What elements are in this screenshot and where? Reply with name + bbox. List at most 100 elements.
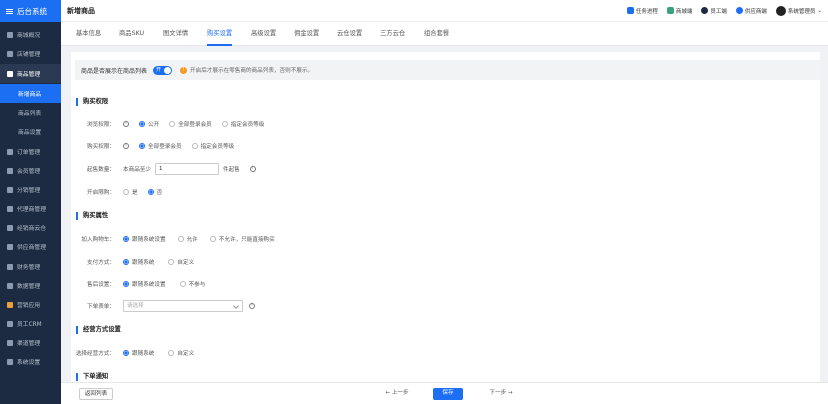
sidebar-item-marketing[interactable]: 营销应用 bbox=[0, 295, 61, 314]
sidebar-item-orders[interactable]: 订单管理 bbox=[0, 142, 61, 161]
sidebar-item-system[interactable]: 系统设置 bbox=[0, 352, 61, 371]
next-step-button[interactable]: 下一步 → bbox=[483, 388, 519, 400]
staff-link[interactable]: 员工端 bbox=[701, 7, 727, 15]
limit-option-no[interactable]: 否 bbox=[147, 188, 162, 196]
browse-option-levels[interactable]: 指定会员等级 bbox=[221, 120, 264, 128]
app-title: 后台系统 bbox=[17, 6, 47, 16]
radio[interactable] bbox=[168, 259, 175, 265]
radio[interactable] bbox=[147, 189, 154, 195]
after-sale-option-exclude[interactable]: 不参与 bbox=[179, 280, 205, 288]
radio[interactable] bbox=[123, 350, 129, 356]
top-bar: 新增商品 任务进程 商城端 员工端 供应商端 系统管理员 ⌄ bbox=[61, 0, 828, 22]
sidebar-item-members[interactable]: 会员管理 bbox=[0, 161, 61, 180]
radio[interactable] bbox=[139, 143, 145, 149]
after-sale-option-follow[interactable]: 跟随系统设置 bbox=[123, 280, 166, 288]
chevron-down-icon: ⌄ bbox=[817, 7, 822, 14]
prev-step-button[interactable]: ← 上一步 bbox=[380, 388, 414, 400]
menu-toggle-icon[interactable] bbox=[6, 8, 13, 14]
tab-advanced[interactable]: 高级设置 bbox=[251, 22, 276, 46]
radio[interactable] bbox=[123, 189, 129, 195]
sidebar-item-goods[interactable]: 商品管理 bbox=[0, 64, 61, 83]
radio[interactable] bbox=[169, 121, 176, 127]
tab-cloud[interactable]: 云仓设置 bbox=[337, 22, 362, 46]
radio[interactable] bbox=[139, 121, 145, 127]
tab-basic-info[interactable]: 基本信息 bbox=[76, 22, 101, 46]
radio[interactable] bbox=[123, 281, 129, 287]
delivery-option-custom[interactable]: 自定义 bbox=[168, 349, 194, 357]
pay-row: 支付方式： 跟随系统 自定义 bbox=[71, 256, 771, 268]
radio[interactable] bbox=[209, 236, 216, 242]
pay-option-follow[interactable]: 跟随系统 bbox=[123, 258, 154, 266]
min-qty-input[interactable]: 1 bbox=[154, 163, 219, 175]
radio[interactable] bbox=[123, 236, 129, 242]
marketing-icon bbox=[7, 301, 13, 308]
min-qty-prefix: 本商品至少 bbox=[123, 167, 151, 173]
distribution-icon bbox=[7, 186, 13, 193]
mall-link[interactable]: 商城端 bbox=[666, 7, 692, 15]
section-order-notice: 下单通知 bbox=[76, 373, 108, 381]
buy-permission-row: 购买权限： i 全部登录会员 指定会员等级 bbox=[71, 140, 771, 152]
min-qty-suffix: 件起售 bbox=[222, 167, 240, 173]
sidebar-item-suppliers[interactable]: 供应商管理 bbox=[0, 237, 61, 256]
sidebar-item-shop[interactable]: 店铺管理 bbox=[0, 44, 61, 63]
radio[interactable] bbox=[123, 259, 129, 265]
sidebar-item-data[interactable]: 数据管理 bbox=[0, 276, 61, 295]
top-tools: 任务进程 商城端 员工端 供应商端 系统管理员 ⌄ bbox=[626, 5, 822, 16]
sidebar-item-dealer-cloud[interactable]: 经销商云仓 bbox=[0, 218, 61, 237]
order-form-select[interactable]: 请选择 bbox=[123, 300, 243, 312]
channel-icon bbox=[7, 339, 13, 346]
back-to-list-button[interactable]: 返回列表 bbox=[79, 388, 113, 400]
save-button[interactable]: 保存 bbox=[433, 388, 463, 400]
browse-option-all-members[interactable]: 全部登录会员 bbox=[169, 120, 212, 128]
cloud-icon bbox=[7, 224, 13, 231]
order-icon bbox=[7, 148, 13, 155]
sidebar-item-distribution[interactable]: 分销管理 bbox=[0, 180, 61, 199]
tab-third-party-cloud[interactable]: 三方云仓 bbox=[380, 22, 405, 46]
tab-combo[interactable]: 组合套餐 bbox=[424, 22, 449, 46]
cart-option-allow[interactable]: 允许 bbox=[177, 235, 198, 243]
tab-sku[interactable]: 商品SKU bbox=[119, 22, 144, 46]
cart-option-deny[interactable]: 不允许，只能直接购买 bbox=[209, 235, 275, 243]
goods-icon bbox=[7, 70, 13, 77]
supplier-link[interactable]: 供应商端 bbox=[735, 7, 767, 15]
cart-option-follow[interactable]: 跟随系统设置 bbox=[123, 235, 166, 243]
task-progress-link[interactable]: 任务进程 bbox=[626, 7, 658, 15]
sidebar: 后台系统 商城概况 店铺管理 商品管理 新增商品 商品列表 商品设置 订单管理 … bbox=[0, 0, 61, 404]
pay-option-custom[interactable]: 自定义 bbox=[168, 258, 194, 266]
buy-option-levels[interactable]: 指定会员等级 bbox=[191, 142, 234, 150]
cart-row: 加入购物车： 跟随系统设置 允许 不允许，只能直接购买 bbox=[71, 233, 771, 245]
buy-permission-label: 购买权限： bbox=[87, 144, 115, 150]
notice-label: 商品是否展示在商品列表 bbox=[81, 67, 148, 75]
page-title: 新增商品 bbox=[67, 6, 95, 15]
sidebar-item-channels[interactable]: 渠道管理 bbox=[0, 333, 61, 352]
limit-option-yes[interactable]: 是 bbox=[123, 188, 138, 196]
sidebar-item-finance[interactable]: 财务管理 bbox=[0, 257, 61, 276]
limit-label: 开启限购： bbox=[87, 190, 115, 196]
browse-option-public[interactable]: 公开 bbox=[139, 120, 159, 128]
show-in-list-switch[interactable]: 开 bbox=[153, 65, 173, 75]
section-delivery: 经营方式设置 bbox=[76, 326, 121, 334]
sidebar-item-overview[interactable]: 商城概况 bbox=[0, 25, 61, 44]
buy-option-all-members[interactable]: 全部登录会员 bbox=[139, 142, 182, 150]
delivery-method-row: 选择经营方式： 跟随系统 自定义 bbox=[71, 347, 771, 359]
user-menu[interactable]: 系统管理员 ⌄ bbox=[775, 5, 822, 16]
delivery-option-follow[interactable]: 跟随系统 bbox=[123, 349, 154, 357]
info-icon: i bbox=[123, 143, 129, 149]
warning-icon: ! bbox=[180, 66, 188, 74]
sidebar-item-agents[interactable]: 代理商管理 bbox=[0, 199, 61, 218]
form-content: 商品是否展示在商品列表 开 ! 开启后才展示在零售商的商品列表，否则不展示。 购… bbox=[71, 52, 820, 382]
radio[interactable] bbox=[168, 350, 175, 356]
sidebar-item-goods-list[interactable]: 商品列表 bbox=[0, 103, 61, 122]
delivery-method-label: 选择经营方式： bbox=[75, 351, 115, 357]
radio[interactable] bbox=[191, 143, 198, 149]
sidebar-item-goods-settings[interactable]: 商品设置 bbox=[0, 122, 61, 141]
agent-icon bbox=[7, 205, 13, 212]
tab-commission[interactable]: 佣金设置 bbox=[294, 22, 319, 46]
sidebar-item-add-goods[interactable]: 新增商品 bbox=[0, 84, 61, 103]
tab-details[interactable]: 图文详情 bbox=[163, 22, 188, 46]
radio[interactable] bbox=[179, 281, 186, 287]
radio[interactable] bbox=[221, 121, 228, 127]
tab-purchase-settings[interactable]: 购买设置 bbox=[207, 22, 233, 46]
sidebar-item-crm[interactable]: 员工CRM bbox=[0, 314, 61, 333]
radio[interactable] bbox=[177, 236, 184, 242]
